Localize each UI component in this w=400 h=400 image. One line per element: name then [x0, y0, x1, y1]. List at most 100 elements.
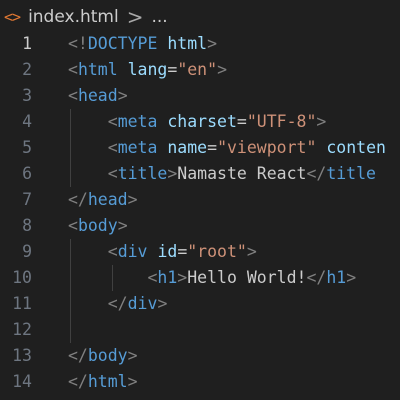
- code-editor[interactable]: <> index.html > ... 1 <!DOCTYPE html> 2 <ht…: [0, 0, 400, 400]
- code-text: <!DOCTYPE html>: [68, 31, 217, 57]
- code-token: head: [77, 86, 118, 105]
- code-token: >: [207, 34, 218, 53]
- line-number: 11: [12, 294, 32, 313]
- code-token: =: [236, 112, 247, 131]
- code-token: charset: [167, 112, 237, 131]
- chevron-right-icon: >: [126, 5, 144, 29]
- code-token: >: [117, 86, 128, 105]
- code-line[interactable]: 14 </html>: [0, 369, 400, 395]
- code-token: <: [68, 86, 78, 105]
- code-token: >: [246, 242, 257, 261]
- code-token: </: [68, 346, 88, 365]
- code-area[interactable]: 1 <!DOCTYPE html> 2 <html lang="en"> 3 <head>…: [0, 31, 400, 395]
- code-token: =: [177, 242, 188, 261]
- code-text: <head>: [68, 83, 128, 109]
- line-number: 4: [22, 112, 32, 131]
- code-line[interactable]: 8 <body>: [0, 213, 400, 239]
- code-token: <: [68, 60, 78, 79]
- code-line[interactable]: 12: [0, 317, 400, 343]
- line-number: 7: [22, 190, 32, 209]
- code-line[interactable]: 2 <html lang="en">: [0, 57, 400, 83]
- code-token: h1: [157, 268, 178, 287]
- line-number: 8: [22, 216, 32, 235]
- code-line[interactable]: 11 </div>: [0, 291, 400, 317]
- code-text: <div id="root">: [68, 239, 257, 265]
- code-token: </: [107, 294, 128, 313]
- code-token: meta: [117, 138, 158, 157]
- code-text: <meta charset="UTF-8">: [68, 109, 327, 135]
- code-line[interactable]: 10 <h1>Hello World!</h1>: [0, 265, 400, 291]
- code-line[interactable]: 5 <meta name="viewport" conten: [0, 135, 400, 161]
- line-number: 5: [22, 138, 32, 157]
- code-text: </div>: [68, 291, 168, 317]
- code-token: title: [117, 164, 168, 183]
- code-token: name: [167, 138, 208, 157]
- code-token: <: [107, 112, 118, 131]
- code-token: <!: [68, 34, 88, 53]
- code-token: html: [87, 372, 128, 391]
- code-token: "viewport": [217, 138, 317, 157]
- code-token: Hello World!: [187, 268, 307, 287]
- code-token: >: [127, 346, 138, 365]
- code-token: </: [68, 372, 88, 391]
- code-token: "root": [187, 242, 247, 261]
- code-token: div: [127, 294, 158, 313]
- code-line[interactable]: 6 <title>Namaste React</title: [0, 161, 400, 187]
- code-token: body: [87, 346, 128, 365]
- indent-guide: [70, 317, 71, 343]
- code-token: >: [157, 294, 168, 313]
- code-text: <html lang="en">: [68, 57, 227, 83]
- code-text: <h1>Hello World!</h1>: [68, 265, 356, 291]
- code-token: >: [316, 112, 327, 131]
- code-token: >: [167, 164, 178, 183]
- code-token: title: [326, 164, 376, 183]
- code-token: div: [117, 242, 148, 261]
- code-token: <: [68, 216, 78, 235]
- code-token: >: [127, 372, 138, 391]
- code-token: =: [207, 138, 218, 157]
- code-text: <meta name="viewport" conten: [68, 135, 386, 161]
- code-line[interactable]: 4 <meta charset="UTF-8">: [0, 109, 400, 135]
- line-number: 10: [12, 268, 32, 287]
- breadcrumb-more[interactable]: ...: [151, 7, 167, 27]
- code-text: </body>: [68, 343, 138, 369]
- code-token: head: [87, 190, 128, 209]
- code-token: lang: [127, 60, 168, 79]
- code-text: <body>: [68, 213, 128, 239]
- line-number: 12: [12, 320, 32, 339]
- code-token: html: [77, 60, 118, 79]
- code-token: <: [147, 268, 158, 287]
- html-file-icon: <>: [4, 8, 21, 26]
- line-number: 3: [22, 86, 32, 105]
- code-token: </: [306, 268, 327, 287]
- code-token: >: [217, 60, 227, 79]
- code-line[interactable]: 3 <head>: [0, 83, 400, 109]
- code-line[interactable]: 1 <!DOCTYPE html>: [0, 31, 400, 57]
- code-token: >: [177, 268, 188, 287]
- code-token: html: [167, 34, 208, 53]
- code-token: h1: [326, 268, 347, 287]
- code-token: id: [157, 242, 178, 261]
- code-token: >: [346, 268, 357, 287]
- code-token: Namaste React: [177, 164, 307, 183]
- code-line[interactable]: 13 </body>: [0, 343, 400, 369]
- line-number: 13: [12, 346, 32, 365]
- code-line[interactable]: 7 </head>: [0, 187, 400, 213]
- breadcrumb: <> index.html > ...: [0, 0, 400, 34]
- code-line[interactable]: 9 <div id="root">: [0, 239, 400, 265]
- line-number: 2: [22, 60, 32, 79]
- breadcrumb-filename[interactable]: index.html: [28, 7, 119, 27]
- code-text: <title>Namaste React</title: [68, 161, 376, 187]
- code-token: >: [117, 216, 128, 235]
- line-number: 6: [22, 164, 32, 183]
- line-number: 1: [22, 34, 32, 53]
